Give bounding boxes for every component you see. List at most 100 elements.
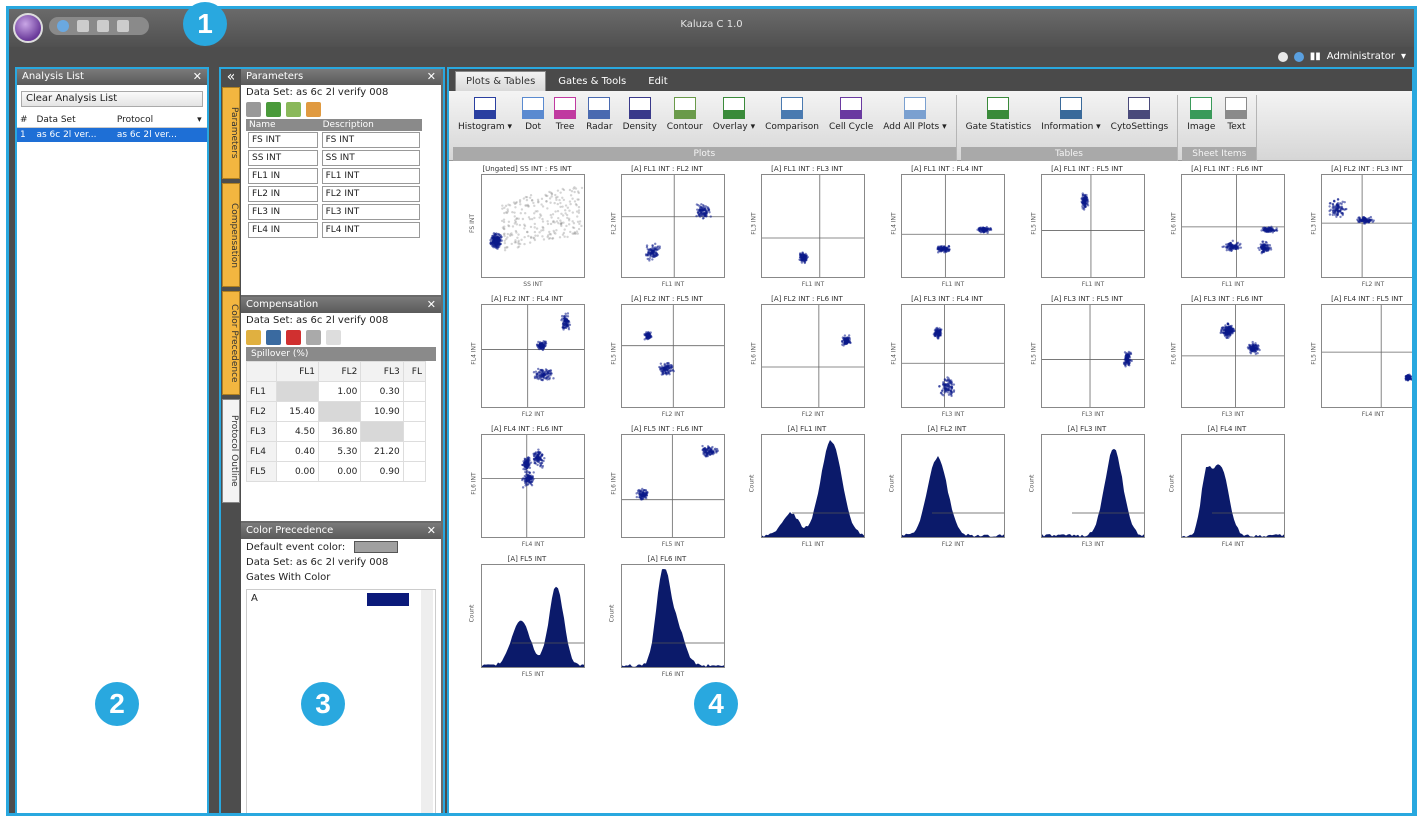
table-row[interactable]: FS INT FS INT [246, 131, 422, 149]
matrix-cell[interactable] [402, 461, 427, 482]
table-row[interactable]: FL2 IN FL2 INT [246, 185, 422, 203]
delete-icon[interactable] [286, 330, 301, 345]
close-icon[interactable]: ✕ [427, 298, 436, 311]
dot-plot[interactable]: [A] FL1 INT : FL4 INT FL1 INT FL4 INT [887, 165, 1007, 291]
param-name[interactable]: FS INT [248, 132, 318, 148]
plot-frame[interactable] [1321, 304, 1412, 408]
link-icon[interactable] [306, 330, 321, 345]
matrix-cell[interactable]: 10.90 [360, 401, 404, 422]
matrix-cell[interactable]: 0.90 [360, 461, 404, 482]
matrix-cell[interactable]: 36.80 [317, 421, 362, 442]
param-description[interactable]: FL4 INT [321, 222, 420, 238]
dot-plot[interactable]: [A] FL2 INT : FL4 INT FL2 INT FL4 INT [467, 295, 587, 421]
plot-frame[interactable] [1041, 174, 1145, 278]
plot-frame[interactable] [901, 304, 1005, 408]
histogram-plot[interactable]: [A] FL3 INT FL3 INT Count [1027, 425, 1147, 551]
dot-plot[interactable]: [A] FL1 INT : FL6 INT FL1 INT FL6 INT [1167, 165, 1287, 291]
matrix-cell[interactable] [402, 401, 427, 422]
histogram-plot[interactable]: [A] FL4 INT FL4 INT Count [1167, 425, 1287, 551]
matrix-cell[interactable]: 15.40 [275, 401, 320, 422]
matrix-cell[interactable] [275, 381, 320, 402]
save-icon[interactable] [266, 330, 281, 345]
plot-frame[interactable] [761, 174, 865, 278]
column-menu-icon[interactable]: ▾ [194, 113, 207, 128]
collapse-chevron-icon[interactable]: « [221, 69, 241, 87]
matrix-cell[interactable]: 21.20 [360, 441, 404, 462]
plot-frame[interactable] [1181, 174, 1285, 278]
plot-frame[interactable] [621, 564, 725, 668]
table-row[interactable]: 1 as 6c 2l ver... as 6c 2l ver... [17, 127, 207, 142]
matrix-cell[interactable]: 0.30 [360, 381, 404, 402]
plot-frame[interactable] [1041, 434, 1145, 538]
gate-color-swatch[interactable] [367, 593, 409, 606]
histogram-plot[interactable]: [A] FL1 INT FL1 INT Count [747, 425, 867, 551]
plot-frame[interactable] [481, 564, 585, 668]
scrollbar[interactable] [421, 590, 433, 813]
import-icon[interactable] [306, 102, 321, 117]
matrix-cell[interactable] [402, 381, 427, 402]
matrix-cell[interactable]: 0.00 [275, 461, 320, 482]
matrix-cell[interactable] [317, 401, 362, 422]
table-row[interactable]: SS INT SS INT [246, 149, 422, 167]
param-name[interactable]: FL1 IN [248, 168, 318, 184]
plot-frame[interactable] [1181, 304, 1285, 408]
plot-frame[interactable] [621, 434, 725, 538]
table-row[interactable]: FL4 IN FL4 INT [246, 221, 422, 239]
dot-plot[interactable]: [A] FL3 INT : FL5 INT FL3 INT FL5 INT [1027, 295, 1147, 421]
plot-frame[interactable] [481, 434, 585, 538]
matrix-cell[interactable]: 1.00 [317, 381, 362, 402]
matrix-cell[interactable] [402, 421, 427, 442]
matrix-cell[interactable] [402, 441, 427, 462]
plot-frame[interactable] [1181, 434, 1285, 538]
dot-plot[interactable]: [Ungated] SS INT : FS INT SS INT FS INT [467, 165, 587, 291]
plot-frame[interactable] [901, 434, 1005, 538]
histogram-plot[interactable]: [A] FL5 INT FL5 INT Count [467, 555, 587, 681]
help-icon[interactable] [1293, 51, 1304, 62]
info-icon[interactable] [1277, 51, 1288, 62]
param-description[interactable]: FS INT [321, 132, 420, 148]
dot-plot[interactable]: [A] FL5 INT : FL6 INT FL5 INT FL6 INT [607, 425, 727, 551]
plot-frame[interactable] [1041, 304, 1145, 408]
plot-frame[interactable] [1321, 174, 1412, 278]
clear-analysis-list-button[interactable]: Clear Analysis List [21, 91, 203, 107]
open-folder-icon[interactable] [246, 330, 261, 345]
dot-plot[interactable]: [A] FL3 INT : FL4 INT FL3 INT FL4 INT [887, 295, 1007, 421]
param-name[interactable]: FL3 IN [248, 204, 318, 220]
dot-plot[interactable]: [A] FL3 INT : FL6 INT FL3 INT FL6 INT [1167, 295, 1287, 421]
plot-frame[interactable] [621, 174, 725, 278]
table-row[interactable]: FL3 IN FL3 INT [246, 203, 422, 221]
tab-edit[interactable]: Edit [638, 72, 677, 91]
search-icon[interactable] [326, 330, 341, 345]
plot-frame[interactable] [761, 304, 865, 408]
dot-plot[interactable]: [A] FL2 INT : FL3 INT FL2 INT FL3 INT [1307, 165, 1412, 291]
tab-gates-tools[interactable]: Gates & Tools [548, 72, 636, 91]
dot-plot[interactable]: [A] FL2 INT : FL5 INT FL2 INT FL5 INT [607, 295, 727, 421]
plot-frame[interactable] [761, 434, 865, 538]
dot-plot[interactable]: [A] FL1 INT : FL3 INT FL1 INT FL3 INT [747, 165, 867, 291]
table-row[interactable]: FL1 IN FL1 INT [246, 167, 422, 185]
matrix-cell[interactable] [360, 421, 404, 442]
histogram-plot[interactable]: [A] FL2 INT FL2 INT Count [887, 425, 1007, 551]
close-icon[interactable]: ✕ [427, 70, 436, 83]
list-item[interactable]: A [247, 590, 435, 607]
dot-plot[interactable]: [A] FL2 INT : FL6 INT FL2 INT FL6 INT [747, 295, 867, 421]
close-icon[interactable]: ✕ [193, 70, 202, 83]
tab-parameters[interactable]: Parameters [222, 87, 240, 179]
param-description[interactable]: FL2 INT [321, 186, 420, 202]
matrix-cell[interactable]: 5.30 [317, 441, 362, 462]
param-name[interactable]: FL2 IN [248, 186, 318, 202]
param-description[interactable]: SS INT [321, 150, 420, 166]
dot-plot[interactable]: [A] FL4 INT : FL5 INT FL4 INT FL5 INT [1307, 295, 1412, 421]
param-description[interactable]: FL1 INT [321, 168, 420, 184]
param-description[interactable]: FL3 INT [321, 204, 420, 220]
param-name[interactable]: FL4 IN [248, 222, 318, 238]
dot-plot[interactable]: [A] FL1 INT : FL2 INT FL1 INT FL2 INT [607, 165, 727, 291]
tab-color-precedence[interactable]: Color Precedence [222, 291, 240, 395]
column-header[interactable]: Protocol [113, 113, 195, 128]
histogram-icon[interactable] [266, 102, 281, 117]
plot-frame[interactable] [901, 174, 1005, 278]
export-icon[interactable] [286, 102, 301, 117]
chevron-down-icon[interactable]: ▾ [1401, 51, 1406, 62]
default-color-picker[interactable] [354, 541, 399, 553]
tab-compensation[interactable]: Compensation [222, 183, 240, 287]
